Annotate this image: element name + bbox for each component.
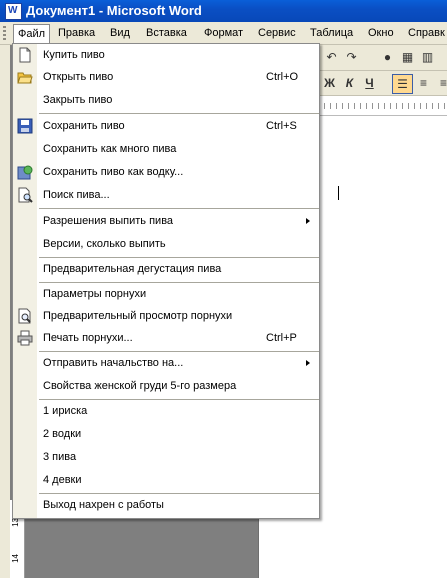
bold-button[interactable]: Ж bbox=[320, 74, 339, 92]
menu-insert[interactable]: Вставка bbox=[142, 25, 191, 41]
menu-separator bbox=[39, 399, 319, 400]
menu-separator bbox=[39, 113, 319, 114]
ruler-mark-14: 14 bbox=[11, 554, 20, 563]
submenu-arrow-icon bbox=[306, 360, 310, 366]
menu-table[interactable]: Таблица bbox=[306, 25, 357, 41]
menu-item-recent-1[interactable]: 1 ириска bbox=[13, 401, 319, 421]
menu-item-properties[interactable]: Свойства женской груди 5-го размера bbox=[13, 376, 319, 396]
menu-view[interactable]: Вид bbox=[106, 25, 134, 41]
printer-icon bbox=[17, 330, 33, 346]
menu-item-open[interactable]: Открыть пиво Ctrl+O bbox=[13, 67, 319, 87]
underline-button[interactable]: Ч bbox=[360, 74, 379, 92]
ruler-mark-13: 13 bbox=[11, 518, 20, 527]
undo-icon[interactable]: ↶ bbox=[322, 48, 341, 66]
save-as-web-icon bbox=[17, 165, 33, 180]
menu-item-recent-2[interactable]: 2 водки bbox=[13, 424, 319, 444]
menu-edit[interactable]: Правка bbox=[54, 25, 99, 41]
print-preview-icon bbox=[18, 308, 31, 324]
align-right-icon[interactable]: ≡ bbox=[434, 74, 447, 92]
menu-item-page-setup[interactable]: Параметры порнухи bbox=[13, 284, 319, 304]
text-caret bbox=[338, 186, 339, 200]
horizontal-ruler[interactable] bbox=[318, 96, 447, 116]
tables-borders-icon[interactable]: ▦ bbox=[398, 48, 417, 66]
menu-item-save-as-web[interactable]: Сохранить пиво как водку... bbox=[13, 162, 319, 182]
insert-hyperlink-icon[interactable]: ● bbox=[378, 48, 397, 66]
formatting-toolbar: Ж К Ч ☰ ≡ ≡ bbox=[318, 71, 447, 96]
open-folder-icon bbox=[17, 72, 33, 84]
menubar-grip-handle[interactable] bbox=[3, 26, 6, 40]
menu-bar: Файл Правка Вид Вставка Формат Сервис Та… bbox=[0, 22, 447, 45]
file-search-icon bbox=[18, 187, 33, 203]
menu-item-recent-4[interactable]: 4 девки bbox=[13, 470, 319, 490]
menu-item-exit[interactable]: Выход нахрен с работы bbox=[13, 495, 319, 515]
menu-item-web-preview[interactable]: Предварительная дегустация пива bbox=[13, 259, 319, 279]
menu-item-print[interactable]: Печать порнухи... Ctrl+P bbox=[13, 328, 319, 348]
standard-toolbar: ↶ ↷ ● ▦ ▥ bbox=[318, 45, 447, 71]
align-left-icon[interactable]: ☰ bbox=[392, 74, 413, 94]
menu-item-new[interactable]: Купить пиво bbox=[13, 45, 319, 65]
redo-icon[interactable]: ↷ bbox=[342, 48, 361, 66]
insert-table-icon[interactable]: ▥ bbox=[418, 48, 437, 66]
left-toolbar-strip bbox=[0, 44, 10, 578]
new-document-icon bbox=[19, 47, 31, 63]
menu-window[interactable]: Окно bbox=[364, 25, 398, 41]
menu-item-file-search[interactable]: Поиск пива... bbox=[13, 185, 319, 205]
menu-item-recent-3[interactable]: 3 пива bbox=[13, 447, 319, 467]
menu-item-send-to[interactable]: Отправить начальство на... bbox=[13, 353, 319, 373]
menu-separator bbox=[39, 493, 319, 494]
menu-item-close[interactable]: Закрыть пиво bbox=[13, 90, 319, 110]
menu-file[interactable]: Файл bbox=[13, 24, 51, 45]
floppy-disk-icon bbox=[17, 118, 33, 134]
menu-help[interactable]: Справк bbox=[404, 25, 447, 41]
submenu-arrow-icon bbox=[306, 218, 310, 224]
align-center-icon[interactable]: ≡ bbox=[414, 74, 433, 92]
menu-separator bbox=[39, 351, 319, 352]
menu-format[interactable]: Формат bbox=[200, 25, 247, 41]
menu-separator bbox=[39, 257, 319, 258]
menu-tools[interactable]: Сервис bbox=[254, 25, 300, 41]
menu-item-save[interactable]: Сохранить пиво Ctrl+S bbox=[13, 116, 319, 136]
menu-item-versions[interactable]: Версии, сколько выпить bbox=[13, 234, 319, 254]
menu-item-permissions[interactable]: Разрешения выпить пива bbox=[13, 211, 319, 231]
italic-button[interactable]: К bbox=[340, 74, 359, 92]
title-bar: W Документ1 - Microsoft Word bbox=[0, 0, 447, 22]
menu-separator bbox=[39, 208, 319, 209]
menu-separator bbox=[39, 282, 319, 283]
menu-item-print-preview[interactable]: Предварительный просмотр порнухи bbox=[13, 306, 319, 326]
word-app-icon[interactable]: W bbox=[5, 3, 22, 20]
file-menu-dropdown: Купить пиво Открыть пиво Ctrl+O Закрыть … bbox=[12, 43, 320, 519]
menu-item-save-as[interactable]: Сохранить как много пива bbox=[13, 139, 319, 159]
window-title: Документ1 - Microsoft Word bbox=[26, 3, 202, 18]
